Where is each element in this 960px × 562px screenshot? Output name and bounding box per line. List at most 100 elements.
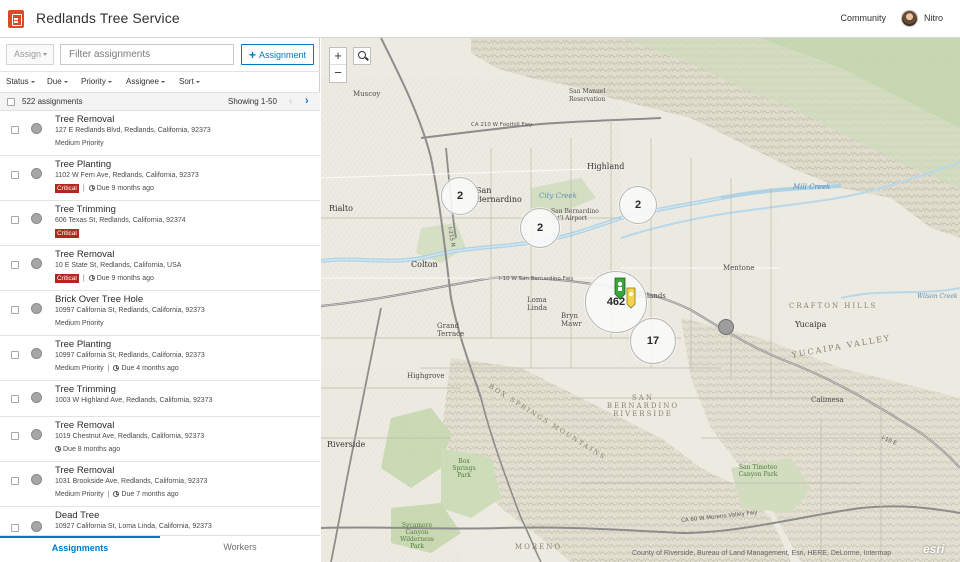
status-unassigned-icon [31, 213, 42, 224]
map-label-grand-terrace: Grand Terrace [437, 322, 465, 338]
panel-tabs: Assignments Workers [0, 535, 320, 562]
assignment-item[interactable]: Tree Planting 10997 California St, Redla… [0, 336, 320, 381]
user-name[interactable]: Nitro [924, 13, 943, 23]
assignments-panel: Assign +Assignment Status Due Priority A… [0, 38, 320, 562]
map-label-colton: Colton [411, 260, 438, 269]
map-label-mentone: Mentone [723, 264, 755, 272]
filter-assignments-input[interactable] [60, 44, 234, 65]
tab-assignments[interactable]: Assignments [0, 536, 160, 562]
zoom-in-button[interactable]: + [330, 48, 346, 65]
map-label-highland: Highland [587, 162, 625, 171]
filter-due[interactable]: Due [47, 77, 68, 86]
assignment-checkbox[interactable] [11, 432, 19, 440]
add-assignment-button[interactable]: + Assignment [241, 44, 314, 65]
due-label: Due 8 months ago [63, 446, 121, 453]
status-unassigned-icon [31, 258, 42, 269]
assignment-item[interactable]: Tree Trimming 1003 W Highland Ave, Redla… [0, 381, 320, 417]
plus-icon: + [248, 48, 256, 62]
assignment-checkbox[interactable] [11, 524, 19, 532]
user-avatar[interactable] [901, 10, 918, 27]
assignment-checkbox[interactable] [11, 306, 19, 314]
community-link[interactable]: Community [840, 13, 886, 23]
map-label-box-springs-park: Box Springs Park [452, 458, 476, 479]
status-unassigned-icon [31, 348, 42, 359]
assignment-item[interactable]: Tree Removal 1019 Chestnut Ave, Redlands… [0, 417, 320, 462]
map-label-rialto: Rialto [329, 204, 353, 213]
assignment-item[interactable]: Tree Planting 1102 W Fern Ave, Redlands,… [0, 156, 320, 201]
assignment-checkbox[interactable] [11, 351, 19, 359]
critical-badge: Critical [55, 229, 79, 238]
assignment-address: 10997 California St, Redlands, Californi… [55, 352, 205, 359]
cluster-marker[interactable]: 17 [630, 318, 676, 364]
map-label-bryn-mawr: Bryn Mawr [561, 312, 582, 328]
cluster-marker[interactable]: 2 [520, 208, 560, 248]
assignment-address: 10927 California St, Loma Linda, Califor… [55, 523, 212, 530]
assign-button-label: Assign [14, 49, 42, 59]
assignment-address: 127 E Redlands Blvd, Redlands, Californi… [55, 127, 211, 134]
caret-down-icon [107, 81, 112, 83]
status-unassigned-icon [31, 303, 42, 314]
assignment-title: Tree Removal [55, 114, 115, 125]
assignment-item[interactable]: Tree Removal 127 E Redlands Blvd, Redlan… [0, 111, 320, 156]
assignment-checkbox[interactable] [11, 261, 19, 269]
list-count-bar: 522 assignments Showing 1-50 ‹ › [0, 93, 320, 111]
map-label-highgrove: Highgrove [407, 372, 445, 380]
clock-icon [113, 364, 120, 371]
road-label-ca210: CA 210 W Foothill Fwy [471, 122, 533, 128]
filter-priority-label: Priority [81, 77, 106, 86]
cluster-marker[interactable]: 2 [619, 186, 657, 224]
status-unassigned-icon [31, 392, 42, 403]
assignment-item[interactable]: Dead Tree 10927 California St, Loma Lind… [0, 507, 320, 535]
map-label-wilson-creek: Wilson Creek [917, 293, 958, 300]
clock-icon [88, 184, 95, 191]
map-label-yucaipa: Yucaipa [795, 320, 827, 329]
assignment-item[interactable]: Tree Removal 10 E State St, Redlands, Ca… [0, 246, 320, 291]
assignment-checkbox[interactable] [11, 477, 19, 485]
assignment-item[interactable]: Brick Over Tree Hole 10997 California St… [0, 291, 320, 336]
filter-priority[interactable]: Priority [81, 77, 112, 86]
tab-workers[interactable]: Workers [160, 536, 320, 562]
meta-separator: | [82, 275, 85, 282]
cluster-marker[interactable]: 2 [441, 177, 479, 215]
worker-location-icon[interactable] [613, 274, 637, 312]
due-label: Due 9 months ago [96, 185, 154, 192]
assignment-point-marker[interactable] [718, 319, 734, 335]
assignment-title: Tree Trimming [55, 384, 116, 395]
meta-separator: | [107, 491, 110, 498]
assignment-address: 606 Texas St, Redlands, California, 9237… [55, 217, 186, 224]
assignment-item[interactable]: Tree Trimming 606 Texas St, Redlands, Ca… [0, 201, 320, 246]
assignment-meta: Medium Priority [55, 139, 104, 149]
assignment-checkbox[interactable] [11, 395, 19, 403]
prev-page-icon[interactable]: ‹ [289, 96, 292, 107]
assign-dropdown-button[interactable]: Assign [6, 44, 54, 65]
assignment-title: Tree Trimming [55, 204, 116, 215]
select-all-checkbox[interactable] [7, 98, 15, 106]
map-label-san-manuel: San Manuel Reservation [569, 88, 606, 103]
map-label-muscoy: Muscoy [353, 90, 381, 98]
filter-sort[interactable]: Sort [179, 77, 200, 86]
status-unassigned-icon [31, 474, 42, 485]
zoom-out-button[interactable]: − [330, 65, 346, 82]
caret-down-icon [30, 81, 35, 83]
assignment-checkbox[interactable] [11, 216, 19, 224]
add-assignment-label: Assignment [258, 50, 307, 60]
critical-badge: Critical [55, 184, 79, 193]
filter-assignee[interactable]: Assignee [126, 77, 165, 86]
assignment-checkbox[interactable] [11, 171, 19, 179]
next-page-icon[interactable]: › [305, 95, 309, 107]
map-label-mill-creek: Mill Creek [793, 183, 831, 191]
filter-status[interactable]: Status [6, 77, 35, 86]
map-label-loma-linda: Loma Linda [527, 296, 548, 312]
assignment-item[interactable]: Tree Removal 1031 Brookside Ave, Redland… [0, 462, 320, 507]
map-label-crafton-hills: CRAFTON HILLS [789, 302, 878, 310]
map-search-icon[interactable] [353, 47, 371, 65]
due-label: Due 7 months ago [121, 491, 179, 498]
assignment-title: Tree Planting [55, 159, 112, 170]
map-view[interactable]: Muscoy San Manuel Reservation Highland S… [321, 38, 960, 562]
map-label-sb-riverside: SAN BERNARDINO RIVERSIDE [606, 394, 680, 418]
assignment-title: Brick Over Tree Hole [55, 294, 144, 305]
assignment-checkbox[interactable] [11, 126, 19, 134]
app-logo-icon[interactable] [8, 10, 24, 28]
road-label-i10-w: I-10 W San Bernardino Fwy [499, 276, 574, 282]
map-label-moreno: MORENO [515, 543, 563, 551]
